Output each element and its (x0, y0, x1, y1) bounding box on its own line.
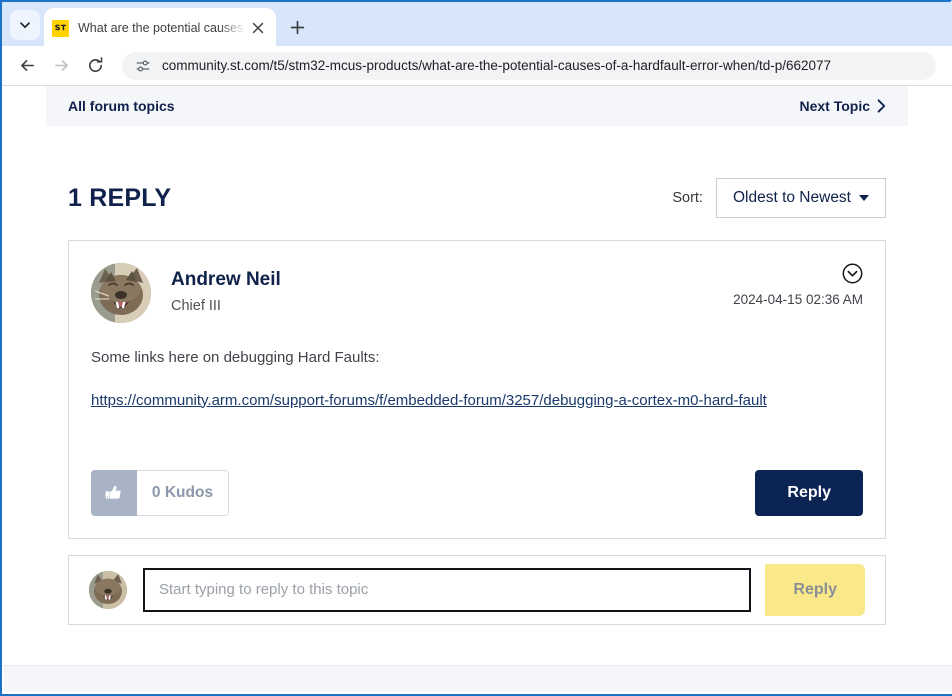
thumbs-up-icon[interactable] (91, 469, 137, 516)
site-settings-icon[interactable] (134, 57, 152, 75)
post-timestamp: 2024-04-15 02:36 AM (733, 292, 863, 307)
back-button[interactable] (10, 49, 44, 83)
quick-reply-input[interactable] (143, 567, 752, 612)
post-text: Some links here on debugging Hard Faults… (91, 349, 380, 366)
st-logo-icon (52, 19, 69, 37)
post-reply-button[interactable]: Reply (755, 469, 863, 516)
all-forum-topics-link[interactable]: All forum topics (68, 98, 175, 114)
post-external-link[interactable]: https://community.arm.com/support-forums… (91, 392, 767, 409)
sort-dropdown[interactable]: Oldest to Newest (715, 178, 886, 218)
post-footer: 0 Kudos Reply (91, 469, 863, 538)
author-info: Andrew Neil Chief III (171, 263, 281, 314)
browser-toolbar: community.st.com/t5/stm32-mcus-products/… (0, 46, 952, 85)
tab-strip: What are the potential causes o (0, 0, 952, 48)
post-body: Some links here on debugging Hard Faults… (91, 347, 863, 410)
plus-icon (290, 20, 304, 34)
quick-reply-bar: Reply (68, 554, 886, 625)
user-avatar[interactable] (89, 570, 127, 609)
chevron-down-circle-icon (842, 263, 863, 284)
quick-reply-button[interactable]: Reply (765, 563, 865, 616)
page-footer-strip (4, 665, 952, 692)
post-header: Andrew Neil Chief III 2024-04-15 02:36 A… (91, 263, 863, 323)
address-bar[interactable]: community.st.com/t5/stm32-mcus-products/… (122, 51, 936, 80)
post-options-button[interactable] (733, 263, 863, 284)
tab-search-button[interactable] (10, 10, 40, 40)
browser-window: What are the potential causes o communit… (0, 0, 952, 696)
url-text: community.st.com/t5/stm32-mcus-products/… (162, 58, 832, 73)
new-tab-button[interactable] (284, 14, 310, 40)
reload-button[interactable] (78, 49, 112, 83)
forward-button (44, 49, 78, 83)
caret-down-icon (859, 195, 869, 201)
reload-icon (88, 57, 102, 73)
next-topic-link[interactable]: Next Topic (799, 98, 886, 114)
chevron-down-icon (20, 22, 30, 29)
kudos-control[interactable]: 0 Kudos (91, 469, 229, 516)
tab-title: What are the potential causes o (78, 21, 246, 35)
browser-tab[interactable]: What are the potential causes o (44, 8, 276, 48)
chevron-right-icon (877, 99, 886, 113)
arrow-right-icon (54, 60, 68, 71)
kudos-count-label[interactable]: 0 Kudos (137, 469, 229, 516)
topic-nav-bar: All forum topics Next Topic (46, 86, 908, 126)
sort-selected-value: Oldest to Newest (732, 189, 851, 206)
author-name[interactable]: Andrew Neil (171, 269, 281, 292)
close-tab-icon[interactable] (248, 18, 268, 38)
reply-post-card: Andrew Neil Chief III 2024-04-15 02:36 A… (68, 240, 886, 539)
page-viewport: All forum topics Next Topic 1 REPLY Sort… (0, 85, 952, 696)
arrow-left-icon (20, 60, 34, 71)
post-meta: 2024-04-15 02:36 AM (733, 263, 863, 307)
replies-header: 1 REPLY Sort: Oldest to Newest (46, 178, 908, 218)
author-rank: Chief III (171, 297, 221, 314)
reply-count-heading: 1 REPLY (68, 183, 172, 212)
sort-control: Sort: Oldest to Newest (672, 178, 886, 218)
avatar[interactable] (91, 263, 151, 323)
page-container: All forum topics Next Topic 1 REPLY Sort… (46, 86, 908, 625)
sort-label: Sort: (672, 190, 703, 206)
next-topic-label: Next Topic (799, 98, 870, 114)
